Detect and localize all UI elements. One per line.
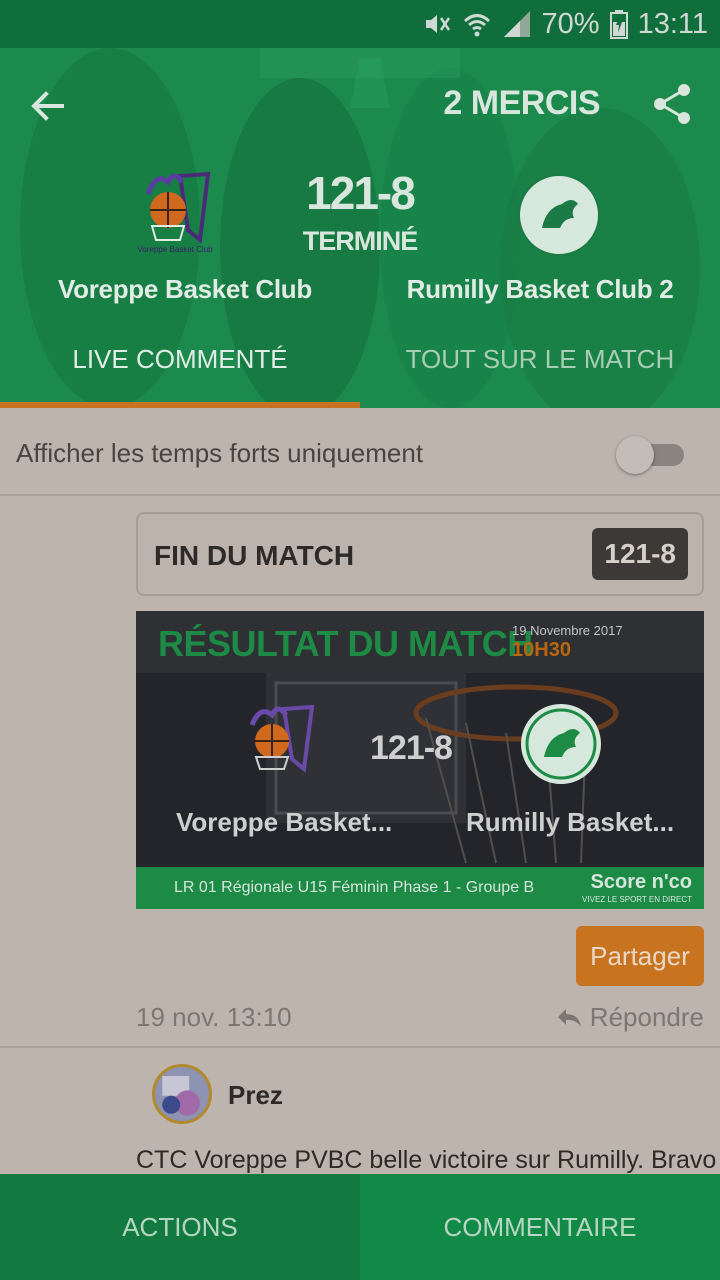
result-away-logo bbox=[516, 699, 606, 789]
status-bar: 70% 13:11 bbox=[0, 0, 720, 48]
result-date: 19 Novembre 2017 bbox=[512, 623, 623, 638]
clock: 13:11 bbox=[637, 7, 708, 40]
tab-tout-sur-le-match[interactable]: TOUT SUR LE MATCH bbox=[360, 344, 720, 375]
commentaire-button[interactable]: COMMENTAIRE bbox=[360, 1174, 720, 1280]
reply-button[interactable]: Répondre bbox=[556, 1002, 704, 1033]
away-team-logo[interactable] bbox=[512, 168, 606, 262]
avatar[interactable] bbox=[152, 1064, 212, 1124]
mercis-counter[interactable]: 2 MERCIS bbox=[443, 84, 600, 123]
wifi-icon bbox=[462, 9, 492, 39]
tab-live-commente[interactable]: LIVE COMMENTÉ bbox=[0, 344, 360, 375]
battery-percent: 70% bbox=[541, 7, 600, 40]
brand-tagline: VIVEZ LE SPORT EN DIRECT bbox=[582, 895, 692, 904]
result-home-logo bbox=[234, 697, 324, 787]
bottom-action-bar: ACTIONS COMMENTAIRE bbox=[0, 1174, 720, 1280]
event-title: FIN DU MATCH bbox=[154, 540, 355, 571]
home-team-name[interactable]: Voreppe Basket Club bbox=[40, 274, 330, 305]
end-of-match-card: FIN DU MATCH 121-8 bbox=[136, 512, 704, 596]
match-score: 121-8 bbox=[306, 167, 416, 219]
divider bbox=[0, 1046, 720, 1048]
actions-button[interactable]: ACTIONS bbox=[0, 1174, 360, 1280]
highlights-filter-row: Afficher les temps forts uniquement bbox=[0, 408, 720, 496]
result-time: 10H30 bbox=[512, 639, 571, 661]
comment-text: CTC Voreppe PVBC belle victoire sur Rumi… bbox=[136, 1146, 717, 1174]
back-button[interactable] bbox=[24, 82, 72, 130]
home-logo-text: Voreppe Basket Club bbox=[137, 245, 213, 254]
battery-icon bbox=[609, 9, 628, 39]
match-status: TERMINÉ bbox=[302, 226, 419, 256]
brand-logo: Score n'co bbox=[590, 871, 692, 893]
result-home-name: Voreppe Basket... bbox=[176, 807, 393, 837]
share-result-button[interactable]: Partager bbox=[576, 926, 704, 986]
league-name: LR 01 Régionale U15 Féminin Phase 1 - Gr… bbox=[174, 879, 535, 896]
result-footer: LR 01 Régionale U15 Féminin Phase 1 - Gr… bbox=[136, 867, 704, 909]
match-result-image[interactable]: RÉSULTAT DU MATCH 19 Novembre 2017 10H30… bbox=[136, 611, 704, 909]
post-timestamp: 19 nov. 13:10 bbox=[136, 1002, 292, 1032]
toggle-thumb bbox=[616, 436, 654, 474]
highlights-toggle-label: Afficher les temps forts uniquement bbox=[16, 438, 424, 468]
share-button[interactable] bbox=[648, 80, 696, 128]
highlights-toggle[interactable] bbox=[616, 434, 684, 474]
home-team-logo[interactable]: Voreppe Basket Club bbox=[128, 164, 222, 258]
away-team-name[interactable]: Rumilly Basket Club 2 bbox=[390, 274, 690, 305]
signal-icon bbox=[502, 9, 532, 39]
mute-icon bbox=[422, 9, 452, 39]
result-score: 121-8 bbox=[370, 729, 453, 767]
result-title: RÉSULTAT DU MATCH bbox=[158, 623, 533, 664]
comment-author[interactable]: Prez bbox=[228, 1080, 283, 1111]
reply-icon bbox=[557, 1008, 581, 1027]
match-header: 2 MERCIS Voreppe Basket Club 121-8 TERMI… bbox=[0, 48, 720, 408]
result-away-name: Rumilly Basket... bbox=[466, 807, 675, 837]
reply-label: Répondre bbox=[589, 1002, 704, 1032]
event-score-badge: 121-8 bbox=[592, 528, 688, 580]
